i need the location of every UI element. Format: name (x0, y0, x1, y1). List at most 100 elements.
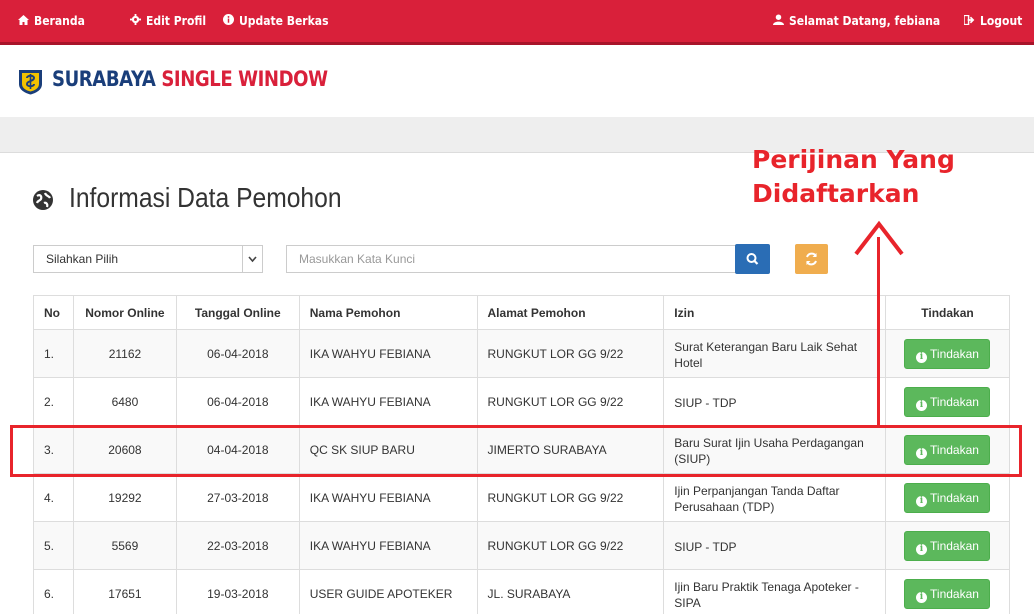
globe-icon (33, 190, 53, 210)
cell-tanggal-online: 22-03-2018 (175, 521, 300, 570)
nav-beranda-label: Beranda (34, 14, 85, 28)
cell-izin: SIUP - TDP (663, 521, 886, 570)
izin-text: Ijin Baru Praktik Tenaga Apoteker - SIPA (674, 579, 859, 610)
tindakan-button[interactable]: i Tindakan (904, 482, 991, 513)
surabaya-logo-icon (18, 69, 43, 95)
nav-logout[interactable]: Logout (963, 0, 1023, 43)
tindakan-button[interactable]: i Tindakan (904, 578, 991, 609)
cell-izin: Surat Keterangan Baru Laik Sehat Hotel (663, 329, 886, 378)
cell-izin: SIUP - TDP (663, 377, 886, 426)
cell-tindakan: i Tindakan (884, 473, 1011, 522)
col-header-tanggal-online: Tanggal Online (175, 295, 300, 330)
search-button[interactable] (735, 244, 770, 274)
table-row: 6. 17651 19-03-2018 USER GUIDE APOTEKER … (33, 569, 1011, 614)
cell-nomor-online: 21162 (72, 329, 177, 378)
cell-nomor-online: 5569 (72, 521, 177, 570)
gear-icon (130, 1, 141, 43)
highlight-box (10, 425, 1022, 477)
brand-name-part1: SURABAYA (52, 67, 156, 91)
izin-text: Ijin Perpanjangan Tanda Daftar Perusahaa… (674, 483, 840, 514)
nav-welcome-label: Selamat Datang, febiana (789, 14, 941, 28)
tindakan-button[interactable]: i Tindakan (904, 338, 991, 369)
tindakan-button-label: Tindakan (930, 586, 979, 601)
cell-tindakan: i Tindakan (884, 377, 1011, 426)
cell-nama-pemohon: IKA WAHYU FEBIANA (298, 473, 478, 522)
cell-nama-pemohon: IKA WAHYU FEBIANA (298, 377, 478, 426)
izin-text: SIUP - TDP (674, 395, 737, 410)
cell-alamat-pemohon: RUNGKUT LOR GG 9/22 (476, 377, 665, 426)
info-circle-icon: i (916, 543, 928, 555)
search-icon (735, 253, 770, 278)
table-row: 4. 19292 27-03-2018 IKA WAHYU FEBIANA RU… (33, 473, 1011, 522)
cell-nomor-online: 6480 (72, 377, 177, 426)
info-circle-icon: i (916, 495, 928, 507)
cell-alamat-pemohon: RUNGKUT LOR GG 9/22 (476, 473, 665, 522)
cell-no: 1. (33, 329, 74, 378)
tindakan-button[interactable]: i Tindakan (904, 530, 991, 561)
nav-edit-profil[interactable]: Edit Profil (130, 0, 206, 42)
top-navbar: Beranda Edit Profil Update Berkas Selama… (0, 0, 1034, 45)
user-icon (773, 1, 784, 43)
tindakan-button[interactable]: i Tindakan (904, 386, 991, 417)
cell-nomor-online: 19292 (72, 473, 177, 522)
search-input[interactable]: Masukkan Kata Kunci (286, 245, 736, 273)
category-select-value: Silahkan Pilih (46, 252, 119, 266)
tindakan-button-label: Tindakan (930, 490, 979, 505)
cell-no: 6. (33, 569, 74, 614)
annotation-arrow-line (877, 237, 880, 428)
chevron-down-icon (242, 246, 262, 272)
info-circle-icon: i (916, 399, 928, 411)
home-icon (18, 1, 29, 43)
arrow-up-icon (850, 216, 910, 260)
tindakan-button-label: Tindakan (930, 394, 979, 409)
cell-tanggal-online: 19-03-2018 (175, 569, 300, 614)
cell-nama-pemohon: USER GUIDE APOTEKER (298, 569, 478, 614)
nav-update-berkas[interactable]: Update Berkas (223, 0, 329, 42)
col-header-no: No (33, 295, 74, 330)
cell-tanggal-online: 06-04-2018 (175, 377, 300, 426)
table-row: 1. 21162 06-04-2018 IKA WAHYU FEBIANA RU… (33, 329, 1011, 378)
cell-tanggal-online: 27-03-2018 (175, 473, 300, 522)
nav-edit-profil-label: Edit Profil (146, 14, 207, 28)
cell-izin: Ijin Baru Praktik Tenaga Apoteker - SIPA (663, 569, 886, 614)
refresh-icon (795, 252, 828, 278)
table-row: 2. 6480 06-04-2018 IKA WAHYU FEBIANA RUN… (33, 377, 1011, 426)
cell-nama-pemohon: IKA WAHYU FEBIANA (298, 521, 478, 570)
page-title: Informasi Data Pemohon (69, 182, 342, 213)
nav-beranda[interactable]: Beranda (18, 0, 85, 42)
info-icon (223, 1, 234, 43)
refresh-button[interactable] (795, 244, 828, 274)
nav-welcome-user[interactable]: Selamat Datang, febiana (773, 0, 940, 42)
cell-no: 2. (33, 377, 74, 426)
cell-tindakan: i Tindakan (884, 569, 1011, 614)
cell-alamat-pemohon: RUNGKUT LOR GG 9/22 (476, 329, 665, 378)
col-header-alamat-pemohon: Alamat Pemohon (476, 295, 665, 330)
table-row: 5. 5569 22-03-2018 IKA WAHYU FEBIANA RUN… (33, 521, 1011, 570)
col-header-nomor-online: Nomor Online (72, 295, 177, 330)
cell-nama-pemohon: IKA WAHYU FEBIANA (298, 329, 478, 378)
logout-icon (963, 1, 975, 43)
izin-text: Surat Keterangan Baru Laik Sehat Hotel (674, 339, 858, 370)
table-header-row: No Nomor Online Tanggal Online Nama Pemo… (33, 295, 1011, 330)
col-header-tindakan: Tindakan (884, 295, 1011, 330)
brand-name: SURABAYA SINGLE WINDOW (52, 67, 328, 91)
cell-alamat-pemohon: RUNGKUT LOR GG 9/22 (476, 521, 665, 570)
nav-update-berkas-label: Update Berkas (239, 14, 329, 28)
cell-izin: Ijin Perpanjangan Tanda Daftar Perusahaa… (663, 473, 886, 522)
info-circle-icon: i (916, 591, 928, 603)
nav-logout-label: Logout (980, 14, 1023, 28)
tindakan-button-label: Tindakan (930, 538, 979, 553)
cell-tindakan: i Tindakan (884, 329, 1011, 378)
cell-no: 4. (33, 473, 74, 522)
info-circle-icon: i (916, 351, 928, 363)
cell-no: 5. (33, 521, 74, 570)
brand-name-part2: SINGLE WINDOW (161, 67, 328, 91)
annotation-label: Perijinan Yang Didaftarkan (752, 145, 955, 208)
cell-tanggal-online: 06-04-2018 (175, 329, 300, 378)
tindakan-button-label: Tindakan (930, 346, 979, 361)
izin-text: SIUP - TDP (674, 539, 737, 554)
category-select[interactable]: Silahkan Pilih (33, 245, 263, 273)
col-header-izin: Izin (663, 295, 886, 330)
cell-alamat-pemohon: JL. SURABAYA (476, 569, 665, 614)
cell-nomor-online: 17651 (72, 569, 177, 614)
